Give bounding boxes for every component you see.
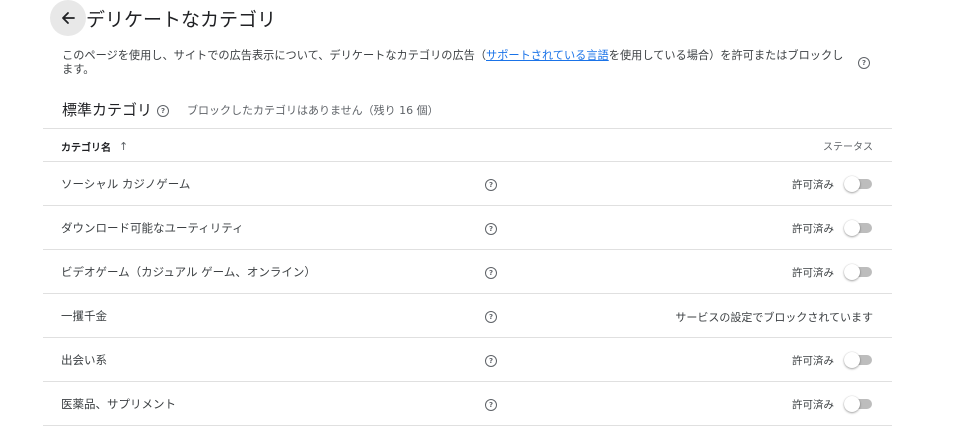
section-status: ブロックしたカテゴリはありません（残り 16 個）: [187, 103, 439, 117]
supported-languages-link[interactable]: サポートされている言語: [486, 49, 609, 62]
category-name: 医薬品、サプリメント: [61, 397, 176, 411]
block-toggle[interactable]: [844, 352, 872, 368]
category-name: ビデオゲーム（カジュアル ゲーム、オンライン）: [61, 265, 316, 279]
table-row: ビデオゲーム（カジュアル ゲーム、オンライン）? 許可済み: [43, 250, 892, 294]
category-status: 許可済み: [792, 399, 834, 411]
category-name: 一攫千金: [61, 309, 107, 323]
category-status: 許可済み: [792, 267, 834, 279]
table-row: ソーシャル カジノゲーム? 許可済み: [43, 162, 892, 206]
help-circle-icon[interactable]: ?: [485, 311, 497, 323]
categories-table: カテゴリ名 ↑ ステータス ソーシャル カジノゲーム? 許可済み ダウンロード可能な…: [43, 128, 892, 426]
help-circle-icon[interactable]: ?: [485, 355, 497, 367]
category-status: 許可済み: [792, 223, 834, 235]
block-toggle[interactable]: [844, 264, 872, 280]
standard-categories-header: 標準カテゴリ ? ブロックしたカテゴリはありません（残り 16 個）: [62, 99, 439, 120]
block-toggle[interactable]: [844, 396, 872, 412]
column-header-name[interactable]: カテゴリ名 ↑: [61, 139, 128, 154]
category-status: 許可済み: [792, 355, 834, 367]
category-status: サービスの設定でブロックされています: [675, 311, 873, 324]
column-header-status: ステータス: [823, 142, 873, 153]
arrow-up-icon[interactable]: ↑: [119, 140, 128, 153]
table-row: 一攫千金? サービスの設定でブロックされています: [43, 294, 892, 338]
category-status: 許可済み: [792, 179, 834, 191]
help-circle-icon[interactable]: ?: [485, 267, 497, 279]
back-button[interactable]: [50, 0, 86, 36]
table-row: 出会い系? 許可済み: [43, 338, 892, 382]
help-circle-icon[interactable]: ?: [157, 105, 170, 117]
arrow-back-icon: [62, 12, 75, 24]
help-circle-icon[interactable]: ?: [858, 57, 870, 69]
table-header: カテゴリ名 ↑ ステータス: [43, 129, 892, 162]
category-name: ダウンロード可能なユーティリティ: [61, 221, 244, 235]
category-name: 出会い系: [61, 353, 107, 367]
help-circle-icon[interactable]: ?: [485, 399, 497, 411]
table-row: ダウンロード可能なユーティリティ? 許可済み: [43, 206, 892, 250]
section-title: 標準カテゴリ: [62, 101, 153, 119]
page-description: このページを使用し、サイトでの広告表示について、デリケートなカテゴリの広告（サポ…: [62, 49, 844, 76]
block-toggle[interactable]: [844, 176, 872, 192]
category-name: ソーシャル カジノゲーム: [61, 177, 191, 191]
help-circle-icon[interactable]: ?: [485, 223, 497, 235]
table-row: 医薬品、サプリメント? 許可済み: [43, 382, 892, 426]
page-title: デリケートなカテゴリ: [86, 9, 277, 31]
block-toggle[interactable]: [844, 220, 872, 236]
help-circle-icon[interactable]: ?: [485, 179, 497, 191]
